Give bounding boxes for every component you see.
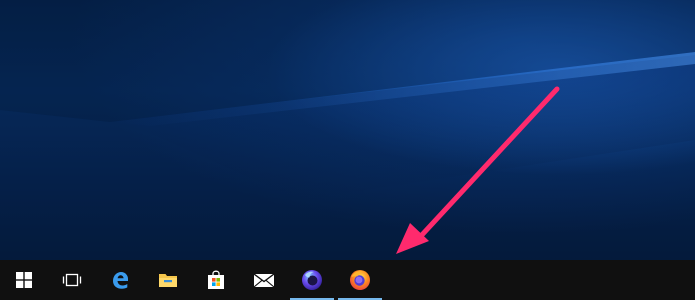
store-button[interactable] — [192, 260, 240, 300]
start-button[interactable] — [0, 260, 48, 300]
edge-button[interactable] — [96, 260, 144, 300]
screenshot — [0, 0, 695, 300]
file-explorer-button[interactable] — [144, 260, 192, 300]
wallpaper-light-beam — [0, 0, 695, 200]
taskbar — [0, 260, 695, 300]
firefox-nightly-icon — [302, 270, 322, 290]
store-bag-icon — [208, 270, 224, 289]
folder-icon — [159, 274, 177, 287]
edge-icon — [113, 272, 128, 289]
windows-logo-icon — [16, 272, 32, 288]
task-view-icon — [62, 273, 82, 287]
firefox-button[interactable] — [336, 260, 384, 300]
mail-button[interactable] — [240, 260, 288, 300]
firefox-icon — [350, 270, 370, 290]
task-view-button[interactable] — [48, 260, 96, 300]
firefox-nightly-button[interactable] — [288, 260, 336, 300]
desktop-wallpaper — [0, 0, 695, 260]
mail-icon — [253, 273, 275, 288]
